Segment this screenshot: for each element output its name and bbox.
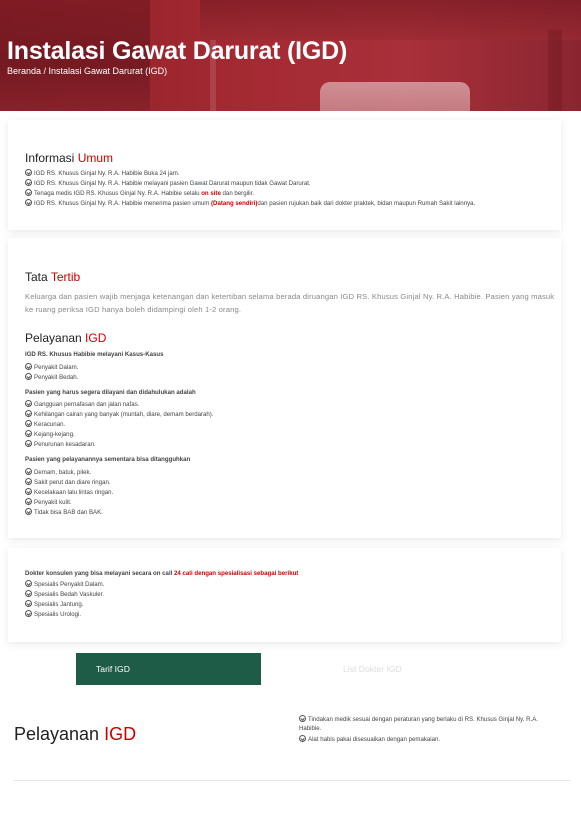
- tab-list-dokter-igd[interactable]: List Dokter IGD: [261, 653, 461, 685]
- check-circle-icon: [25, 400, 32, 407]
- pelayanan-group-title: Pasien yang pelayanannya sementara bisa …: [25, 456, 191, 463]
- pelayanan-group-title: IGD RS. Khusus Habibie melayani Kasus-Ka…: [25, 351, 164, 358]
- check-circle-icon: [25, 189, 32, 196]
- check-circle-icon: [25, 430, 32, 437]
- tab-content-heading: Pelayanan IGD: [14, 724, 137, 744]
- list-item: Spesialis Jantung.: [25, 600, 83, 609]
- konsulen-title: Dokter konsulen yang bisa melayani secar…: [25, 570, 299, 577]
- check-circle-icon: [25, 420, 32, 427]
- check-circle-icon: [299, 735, 306, 742]
- list-item: IGD RS. Khusus Ginjal Ny. R.A. Habibie m…: [25, 199, 475, 208]
- check-circle-icon: [25, 363, 32, 370]
- check-circle-icon: [299, 715, 306, 722]
- informasi-umum-heading: Informasi Umum: [25, 151, 114, 165]
- list-item: Kehilangan cairan yang banyak (muntah, d…: [25, 410, 214, 419]
- list-item: Spesialis Bedah Vaskuler.: [25, 590, 104, 599]
- check-circle-icon: [25, 498, 32, 505]
- list-item: Tindakan medik sesuai dengan peraturan y…: [299, 715, 538, 732]
- list-item: Gangguan pernafasan dan jalan nafas.: [25, 400, 139, 409]
- check-circle-icon: [25, 580, 32, 587]
- check-circle-icon: [25, 373, 32, 380]
- list-item: Spesialis Penyakit Dalam.: [25, 580, 104, 589]
- check-circle-icon: [25, 600, 32, 607]
- hero-background-ambulance: [320, 82, 470, 111]
- check-circle-icon: [25, 590, 32, 597]
- tata-tertib-text: Keluarga dan pasien wajib menjaga ketena…: [25, 292, 555, 314]
- list-item: Tenaga medis IGD RS. Khusus Ginjal Ny. R…: [25, 189, 254, 198]
- list-item: Penyakit kulit.: [25, 498, 72, 507]
- hero-background-post: [548, 30, 562, 111]
- check-circle-icon: [25, 508, 32, 515]
- check-circle-icon: [25, 169, 32, 176]
- list-item: Spesialis Urologi.: [25, 610, 81, 619]
- check-circle-icon: [25, 488, 32, 495]
- check-circle-icon: [25, 410, 32, 417]
- hero-background-roof: [200, 0, 581, 40]
- list-item: Kejang-kejang.: [25, 430, 75, 439]
- check-circle-icon: [25, 440, 32, 447]
- divider: [14, 780, 570, 781]
- page-title: Instalasi Gawat Darurat (IGD): [7, 37, 348, 65]
- pelayanan-group-title: Pasien yang harus segera dilayani dan di…: [25, 389, 196, 396]
- check-circle-icon: [25, 199, 32, 206]
- tata-tertib-heading: Tata Tertib: [25, 270, 81, 284]
- list-item: Penyakit Dalam.: [25, 363, 78, 372]
- check-circle-icon: [25, 179, 32, 186]
- pelayanan-heading: Pelayanan IGD: [25, 331, 107, 345]
- list-item: Alat habis pakai disesuaikan dengan pema…: [299, 735, 561, 744]
- list-item: Kecelakaan lalu lintas ringan.: [25, 488, 113, 497]
- list-item: Penyakit Bedah.: [25, 373, 78, 382]
- list-item: IGD RS. Khusus Ginjal Ny. R.A. Habibie B…: [25, 169, 180, 178]
- check-circle-icon: [25, 610, 32, 617]
- check-circle-icon: [25, 468, 32, 475]
- list-item: Demam, batuk, pilek.: [25, 468, 91, 477]
- list-item: Penurunan kesadaran.: [25, 440, 96, 449]
- hero-banner: Instalasi Gawat Darurat (IGD) Beranda / …: [0, 0, 581, 111]
- breadcrumb[interactable]: Beranda / Instalasi Gawat Darurat (IGD): [7, 66, 167, 76]
- check-circle-icon: [25, 478, 32, 485]
- list-item: IGD RS. Khusus Ginjal Ny. R.A. Habibie m…: [25, 179, 311, 188]
- tab-tarif-igd[interactable]: Tarif IGD: [76, 653, 261, 685]
- list-item: Tidak bisa BAB dan BAK.: [25, 508, 103, 517]
- list-item: Keracunan.: [25, 420, 65, 429]
- list-item: Sakit perut dan diare ringan.: [25, 478, 111, 487]
